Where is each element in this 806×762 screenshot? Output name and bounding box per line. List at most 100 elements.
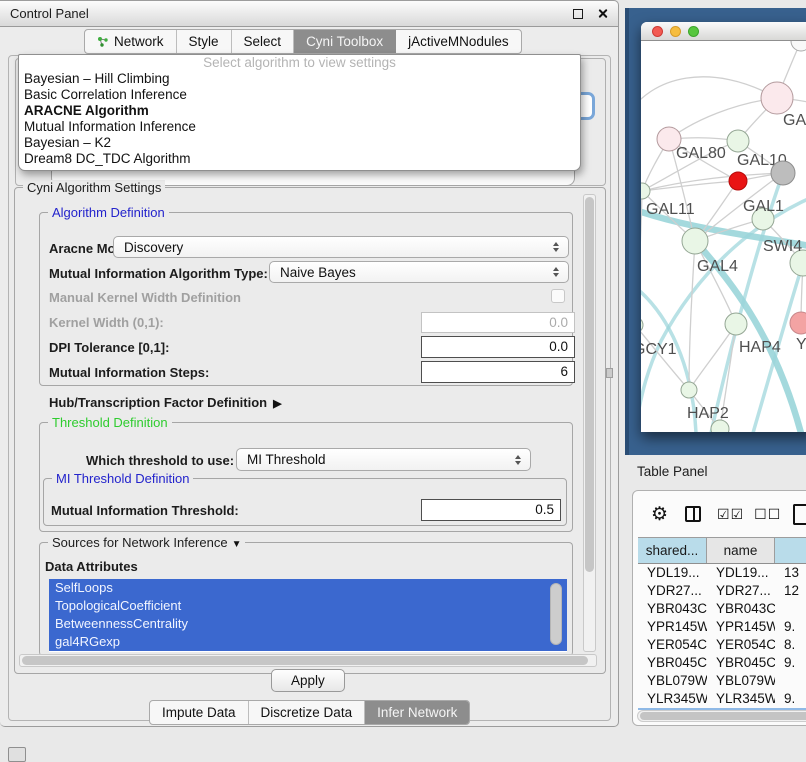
tab-network[interactable]: Network (85, 30, 177, 53)
columns-icon[interactable] (685, 506, 701, 522)
attribute-item-selected[interactable]: SelfLoops (49, 579, 567, 597)
table-horizontal-scrollbar[interactable] (637, 710, 806, 722)
tab-impute-data[interactable]: Impute Data (150, 701, 249, 724)
algorithm-dropdown-popup: Select algorithm to view settings Bayesi… (18, 54, 581, 171)
table-row[interactable]: YBR045CYBR045C9. (638, 654, 806, 672)
close-window-icon[interactable] (652, 26, 663, 37)
table-cell: YBR043C (638, 600, 707, 618)
table-cell: YBR045C (707, 654, 775, 672)
algorithm-option[interactable]: Bayesian – Hill Climbing (19, 71, 580, 87)
attribute-item-selected[interactable]: gal4RGexp (49, 633, 567, 651)
data-attributes-label: Data Attributes (45, 559, 138, 574)
deselect-all-icon[interactable]: ☐☐ (754, 506, 781, 523)
table-mode-icon[interactable] (793, 504, 806, 525)
column-header[interactable]: name (707, 538, 775, 563)
network-edge[interactable] (669, 98, 777, 139)
apply-button[interactable]: Apply (271, 669, 345, 692)
network-node-gal4[interactable] (682, 228, 708, 254)
table-cell: YDL19... (638, 564, 707, 582)
network-edge[interactable] (689, 241, 695, 390)
manual-kernel-checkbox[interactable] (551, 289, 565, 303)
which-threshold-select[interactable]: MI Threshold (236, 448, 531, 471)
data-attributes-list[interactable]: SelfLoopsTopologicalCoefficientBetweenne… (49, 579, 567, 652)
spinner-arrows-icon (511, 455, 524, 465)
table-cell: 9. (775, 654, 806, 672)
tab-style[interactable]: Style (177, 30, 232, 53)
network-node-gcy1[interactable] (641, 317, 643, 333)
table-header-row: shared...name (638, 537, 806, 564)
mi-steps-field[interactable]: 6 (421, 361, 575, 383)
node-label: HAP2 (687, 405, 729, 422)
network-edge[interactable] (641, 191, 642, 325)
attribute-item-selected[interactable]: BetweennessCentrality (49, 615, 567, 633)
column-header[interactable]: shared... (638, 538, 707, 563)
algorithm-option[interactable]: Basic Correlation Inference (19, 87, 580, 103)
mi-threshold-definition-title: MI Threshold Definition (52, 471, 193, 486)
hub-definition-expander[interactable]: Hub/Transcription Factor Definition▶ (49, 395, 282, 410)
zoom-window-icon[interactable] (688, 26, 699, 37)
network-node-hap2[interactable] (681, 382, 697, 398)
network-node[interactable] (729, 172, 747, 190)
table-row[interactable]: YDL19...YDL19...13 (638, 564, 806, 582)
table-row[interactable]: YDR27...YDR27...12 (638, 582, 806, 600)
tab-cyni-toolbox[interactable]: Cyni Toolbox (294, 30, 396, 53)
network-canvas[interactable]: GALGAL80GAL10GAL11GAL1SWI4GAL4GCY1HAP4YH… (641, 41, 806, 432)
tab-infer-network[interactable]: Infer Network (365, 701, 469, 724)
kernel-width-field[interactable]: 0.0 (421, 312, 575, 333)
node-label: GAL11 (646, 201, 695, 218)
tab-discretize-data[interactable]: Discretize Data (249, 701, 366, 724)
dpi-tolerance-field[interactable]: 0.0 (421, 336, 575, 358)
spinner-arrows-icon (549, 267, 562, 277)
aracne-mode-select[interactable]: Discovery (113, 236, 569, 258)
network-node-hap4[interactable] (725, 313, 747, 335)
select-all-icon[interactable]: ☑☑ (717, 506, 744, 523)
network-window: GALGAL80GAL10GAL11GAL1SWI4GAL4GCY1HAP4YH… (641, 22, 806, 432)
node-label: GAL (783, 112, 806, 129)
network-node-y[interactable] (790, 312, 806, 334)
algorithm-list: Bayesian – Hill ClimbingBasic Correlatio… (19, 71, 580, 167)
table-cell: YLR345W (638, 690, 707, 708)
table-row[interactable]: YBR043CYBR043C (638, 600, 806, 618)
network-window-titlebar[interactable] (641, 22, 806, 41)
mi-threshold-field[interactable]: 0.5 (421, 499, 561, 521)
algorithm-option[interactable]: Dream8 DC_TDC Algorithm (19, 151, 580, 167)
settings-horizontal-scrollbar[interactable] (19, 654, 597, 667)
table-row[interactable]: YLR345WYLR345W9. (638, 690, 806, 708)
network-node[interactable] (771, 161, 795, 185)
attribute-item-selected[interactable]: TopologicalCoefficient (49, 597, 567, 615)
settings-vertical-scrollbar[interactable] (583, 194, 596, 652)
gear-icon[interactable]: ⚙ (651, 505, 668, 524)
table-cell: YPR145W (707, 618, 775, 636)
table-cell: YER054C (638, 636, 707, 654)
manual-kernel-label: Manual Kernel Width Definition (49, 290, 241, 305)
tab-label: Infer Network (377, 705, 457, 720)
network-node-gal10[interactable] (727, 130, 749, 152)
table-panel-title: Table Panel (637, 464, 708, 479)
algorithm-option[interactable]: Mutual Information Inference (19, 119, 580, 135)
hub-definition-label: Hub/Transcription Factor Definition (49, 395, 267, 410)
mi-type-select[interactable]: Naive Bayes (269, 261, 569, 283)
table-row[interactable]: YPR145WYPR145W9. (638, 618, 806, 636)
kernel-width-label: Kernel Width (0,1): (49, 315, 164, 330)
minimize-window-icon[interactable] (670, 26, 681, 37)
attributes-list-scrollbar[interactable] (550, 583, 562, 645)
minimized-panel-icon[interactable] (8, 747, 26, 762)
float-panel-icon[interactable] (573, 9, 583, 19)
algorithm-option[interactable]: ARACNE Algorithm (19, 103, 580, 119)
sources-title[interactable]: Sources for Network Inference▼ (48, 535, 245, 550)
close-panel-icon[interactable] (597, 8, 608, 19)
network-node[interactable] (791, 41, 806, 51)
table-cell: YDR27... (707, 582, 775, 600)
column-header[interactable] (775, 538, 806, 563)
table-row[interactable]: YER054CYER054C8. (638, 636, 806, 654)
network-edge[interactable] (641, 77, 777, 116)
tab-jactivemnodules[interactable]: jActiveMNodules (396, 30, 521, 53)
split-pane-handle[interactable] (606, 368, 613, 378)
algorithm-option[interactable]: Bayesian – K2 (19, 135, 580, 151)
table-cell: 9. (775, 618, 806, 636)
table-row[interactable]: YBL079WYBL079W (638, 672, 806, 690)
network-node-gal[interactable] (761, 82, 793, 114)
network-edge[interactable] (641, 191, 806, 432)
control-panel: Control Panel NetworkStyleSelectCyni Too… (0, 0, 619, 727)
tab-select[interactable]: Select (232, 30, 295, 53)
